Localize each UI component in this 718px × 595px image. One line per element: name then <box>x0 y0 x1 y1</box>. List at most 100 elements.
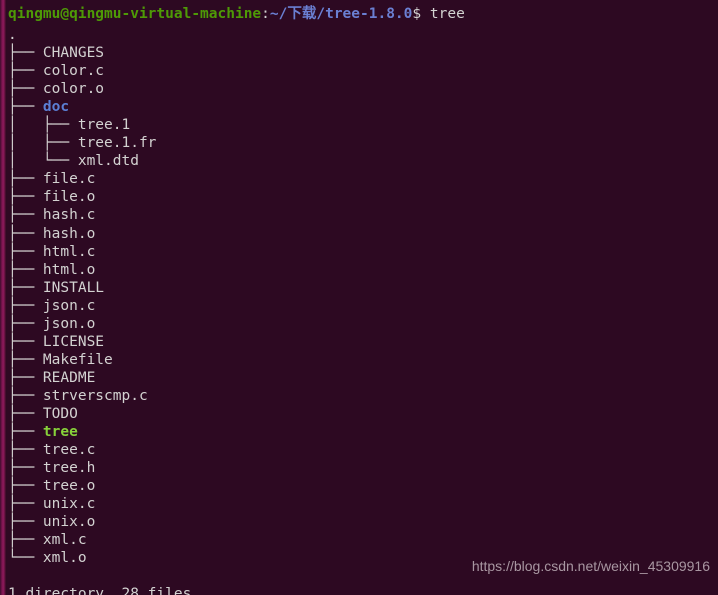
tree-branch-glyph: ├── <box>8 261 43 278</box>
tree-entry-file: file.o <box>42 189 96 206</box>
tree-entry-row: ├── tree.c <box>8 441 718 459</box>
terminal-screen[interactable]: qingmu@qingmu-virtual-machine:~/下载/tree-… <box>6 0 718 595</box>
tree-entry-row: ├── html.o <box>8 261 718 279</box>
tree-entry-file: xml.o <box>42 550 87 567</box>
tree-branch-glyph: ├── <box>8 532 43 549</box>
tree-entry-row: ├── json.c <box>8 297 718 315</box>
terminal-window[interactable]: qingmu@qingmu-virtual-machine:~/下载/tree-… <box>0 0 718 595</box>
tree-branch-glyph: ├── <box>8 315 43 332</box>
tree-entry-file: xml.c <box>42 532 87 549</box>
tree-branch-glyph: ├── <box>8 207 43 224</box>
tree-entry-row: ├── html.c <box>8 243 718 261</box>
tree-entry-row: ├── hash.o <box>8 225 718 243</box>
tree-entry-file: tree.1.fr <box>77 135 157 152</box>
tree-branch-glyph: ├── <box>8 225 43 242</box>
tree-entry-file: color.o <box>42 81 105 98</box>
window-edge-stripe <box>0 0 6 595</box>
tree-branch-glyph: ├── <box>8 45 43 62</box>
tree-entry-file: tree.1 <box>77 117 131 134</box>
tree-entry-row: ├── CHANGES <box>8 44 718 62</box>
prompt-user-host: qingmu@qingmu-virtual-machine <box>8 6 262 22</box>
tree-entry-row: ├── unix.c <box>8 495 718 513</box>
tree-root-line: . <box>8 26 718 44</box>
tree-branch-glyph: ├── <box>8 442 43 459</box>
tree-entry-row: │ ├── tree.1.fr <box>8 134 718 152</box>
tree-entry-row: ├── file.c <box>8 170 718 188</box>
tree-branch-glyph: ├── <box>8 460 43 477</box>
tree-entry-file: xml.dtd <box>77 153 139 170</box>
tree-entry-file: unix.o <box>42 514 96 531</box>
tree-entry-row: ├── doc <box>8 98 718 116</box>
tree-branch-glyph: ├── <box>8 369 43 386</box>
tree-output-list: ├── CHANGES ├── color.c ├── color.o ├── doc… <box>8 44 718 567</box>
tree-entry-row: ├── Makefile <box>8 351 718 369</box>
tree-entry-file: INSTALL <box>42 279 105 296</box>
tree-branch-glyph: ├── <box>8 405 43 422</box>
tree-entry-file: README <box>42 369 96 386</box>
tree-branch-glyph: │ └── <box>8 153 78 170</box>
tree-entry-file: hash.c <box>42 207 96 224</box>
tree-branch-glyph: └── <box>8 550 43 567</box>
tree-entry-row: ├── TODO <box>8 405 718 423</box>
tree-entry-row: ├── xml.c <box>8 531 718 549</box>
tree-branch-glyph: ├── <box>8 297 43 314</box>
tree-entry-file: tree.h <box>42 460 96 477</box>
tree-entry-file: unix.c <box>42 496 96 513</box>
tree-entry-directory: doc <box>42 99 70 116</box>
tree-branch-glyph: ├── <box>8 387 43 404</box>
tree-entry-file: tree.c <box>42 442 96 459</box>
tree-branch-glyph: ├── <box>8 279 43 296</box>
tree-branch-glyph: ├── <box>8 424 43 441</box>
shell-prompt-line: qingmu@qingmu-virtual-machine:~/下载/tree-… <box>8 2 718 26</box>
tree-branch-glyph: ├── <box>8 333 43 350</box>
tree-branch-glyph: ├── <box>8 171 43 188</box>
tree-entry-file: html.o <box>42 261 96 278</box>
tree-entry-file: json.c <box>42 297 96 314</box>
tree-branch-glyph: ├── <box>8 189 43 206</box>
tree-branch-glyph: │ ├── <box>8 117 78 134</box>
tree-branch-glyph: ├── <box>8 81 43 98</box>
tree-entry-row: ├── color.o <box>8 80 718 98</box>
tree-branch-glyph: ├── <box>8 63 43 80</box>
tree-branch-glyph: ├── <box>8 478 43 495</box>
tree-entry-file: tree.o <box>42 478 96 495</box>
tree-entry-executable: tree <box>42 424 78 441</box>
tree-entry-row: ├── strverscmp.c <box>8 387 718 405</box>
tree-entry-row: │ ├── tree.1 <box>8 116 718 134</box>
tree-entry-row: ├── unix.o <box>8 513 718 531</box>
prompt-symbol: $ <box>412 6 430 22</box>
tree-entry-row: ├── tree.h <box>8 459 718 477</box>
tree-entry-row: │ └── xml.dtd <box>8 152 718 170</box>
tree-entry-file: color.c <box>42 63 105 80</box>
tree-entry-file: Makefile <box>42 351 113 368</box>
tree-entry-file: strverscmp.c <box>42 387 148 404</box>
tree-entry-row: ├── json.o <box>8 315 718 333</box>
tree-entry-file: LICENSE <box>42 333 105 350</box>
prompt-command: tree <box>429 6 465 22</box>
tree-branch-glyph: ├── <box>8 99 43 116</box>
tree-root-label: . <box>8 27 17 43</box>
tree-entry-row: ├── file.o <box>8 188 718 206</box>
tree-entry-file: json.o <box>42 315 96 332</box>
tree-branch-glyph: ├── <box>8 496 43 513</box>
tree-entry-row: ├── tree <box>8 423 718 441</box>
tree-entry-row: ├── INSTALL <box>8 279 718 297</box>
tree-entry-row: ├── color.c <box>8 62 718 80</box>
tree-entry-file: TODO <box>42 405 78 422</box>
tree-branch-glyph: ├── <box>8 514 43 531</box>
tree-branch-glyph: │ ├── <box>8 135 78 152</box>
tree-branch-glyph: ├── <box>8 351 43 368</box>
tree-entry-row: ├── hash.c <box>8 206 718 224</box>
tree-entry-file: hash.o <box>42 225 96 242</box>
tree-summary-line: 1 directory, 28 files <box>8 586 192 595</box>
tree-branch-glyph: ├── <box>8 243 43 260</box>
prompt-path: ~/下载/tree-1.8.0 <box>269 6 413 22</box>
tree-entry-file: CHANGES <box>42 45 105 62</box>
prompt-separator: : <box>261 6 270 22</box>
tree-entry-row: ├── README <box>8 369 718 387</box>
tree-entry-row: ├── tree.o <box>8 477 718 495</box>
watermark-text: https://blog.csdn.net/weixin_45309916 <box>471 558 710 574</box>
tree-entry-row: ├── LICENSE <box>8 333 718 351</box>
tree-entry-file: file.c <box>42 171 96 188</box>
tree-entry-file: html.c <box>42 243 96 260</box>
